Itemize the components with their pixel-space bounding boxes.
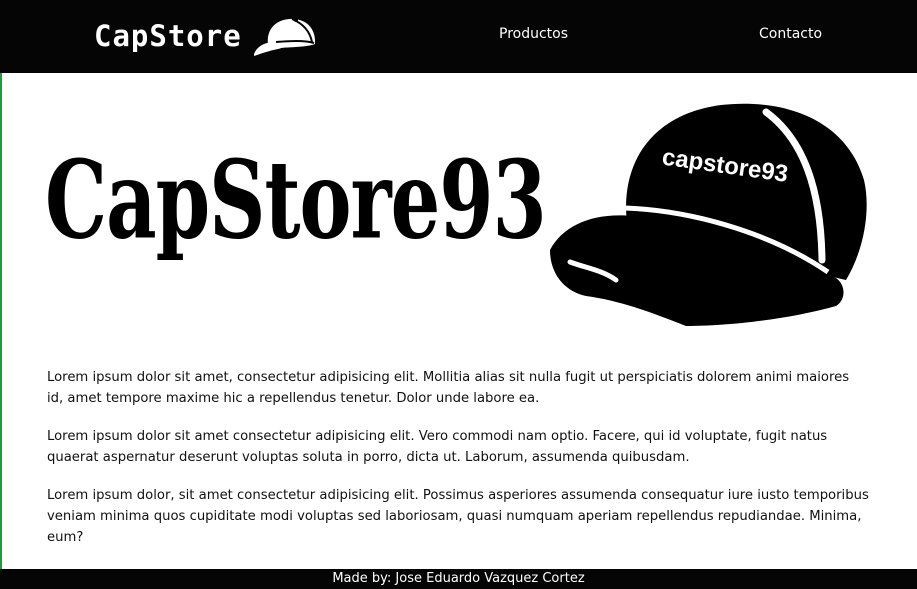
content-section: Lorem ipsum dolor sit amet, consectetur … [47, 367, 869, 565]
paragraph-2: Lorem ipsum dolor sit amet consectetur a… [47, 429, 828, 465]
nav-link-productos[interactable]: Productos [499, 26, 568, 42]
cap-icon: capstore93 [550, 103, 867, 326]
footer-credit: Made by: Jose Eduardo Vazquez Cortez [332, 571, 585, 586]
cap-icon [252, 14, 318, 58]
hero-title: CapStore93 [45, 138, 547, 265]
paragraph-1: Lorem ipsum dolor sit amet, consectetur … [47, 370, 850, 406]
navbar: CapStore Productos Contacto [0, 0, 917, 73]
hero-cap-image: capstore93 [546, 100, 876, 328]
brand-logo[interactable]: CapStore [94, 14, 318, 58]
paragraph-3: Lorem ipsum dolor, sit amet consectetur … [47, 488, 869, 545]
left-edge-accent [0, 0, 2, 589]
footer: Made by: Jose Eduardo Vazquez Cortez [0, 569, 917, 589]
nav-link-contacto[interactable]: Contacto [759, 26, 822, 42]
brand-text: CapStore [94, 19, 242, 53]
